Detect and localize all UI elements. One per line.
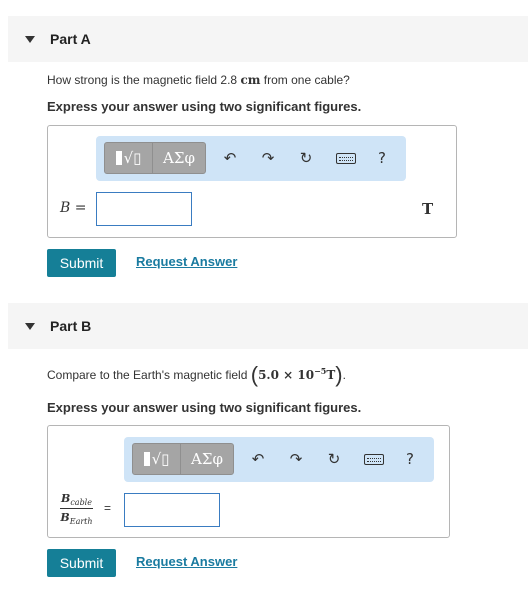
part-b-answer-box: √▯ ΑΣφ ↶ ↷ ↻ ? [47, 425, 450, 538]
collapse-triangle-icon [25, 322, 35, 330]
answer-input-b[interactable] [96, 192, 192, 226]
sqrt-icon: √▯ [151, 450, 170, 468]
redo-icon[interactable]: ↷ [258, 148, 278, 168]
undo-icon[interactable]: ↶ [220, 148, 240, 168]
templates-button[interactable]: √▯ [133, 444, 181, 474]
keyboard-shortcuts-button[interactable] [364, 449, 384, 469]
part-a-header[interactable]: Part A [8, 16, 528, 62]
reset-icon[interactable]: ↻ [324, 449, 344, 469]
part-a-instruction: Express your answer using two significan… [47, 99, 362, 114]
variable-label-b: B = [60, 200, 87, 216]
greek-symbols-button[interactable]: ΑΣφ [181, 444, 233, 474]
collapse-triangle-icon [25, 35, 35, 43]
close-paren: ) [335, 362, 343, 387]
sqrt-icon: √▯ [123, 149, 142, 167]
greek-symbols-button[interactable]: ΑΣφ [153, 143, 205, 173]
template-group: √▯ ΑΣφ [132, 443, 234, 475]
ratio-denominator: BEarth [60, 511, 93, 527]
keyboard-icon [336, 152, 356, 164]
unit-label-tesla: T [422, 200, 434, 218]
request-answer-link-part-b[interactable]: Request Answer [136, 554, 237, 569]
part-b-header[interactable]: Part B [8, 303, 528, 349]
templates-button[interactable]: √▯ [105, 143, 153, 173]
help-icon[interactable]: ? [372, 148, 392, 168]
submit-button-part-a[interactable]: Submit [47, 249, 116, 277]
redo-icon[interactable]: ↷ [286, 449, 306, 469]
reset-icon[interactable]: ↻ [296, 148, 316, 168]
submit-button-part-b[interactable]: Submit [47, 549, 116, 577]
part-a-question: How strong is the magnetic field 2.8 cm … [47, 73, 350, 87]
equals-sign: = [104, 501, 112, 515]
template-box-icon [115, 151, 122, 165]
keyboard-icon [364, 453, 384, 465]
part-b-title: Part B [50, 318, 92, 334]
part-b-math-toolbar: √▯ ΑΣφ ↶ ↷ ↻ ? [124, 437, 434, 482]
help-icon[interactable]: ? [400, 449, 420, 469]
part-a-math-toolbar: √▯ ΑΣφ ↶ ↷ ↻ ? [96, 136, 406, 181]
part-a-title: Part A [50, 31, 91, 47]
keyboard-shortcuts-button[interactable] [336, 148, 356, 168]
ratio-numerator: Bcable [60, 492, 93, 510]
part-b-question: Compare to the Earth's magnetic field (5… [47, 362, 346, 387]
open-paren: ( [250, 362, 259, 387]
part-a-answer-box: √▯ ΑΣφ ↶ ↷ ↻ ? B = T [47, 125, 457, 238]
request-answer-link-part-a[interactable]: Request Answer [136, 254, 237, 269]
part-b-instruction: Express your answer using two significan… [47, 400, 362, 415]
undo-icon[interactable]: ↶ [248, 449, 268, 469]
template-box-icon [143, 452, 150, 466]
answer-input-ratio[interactable] [124, 493, 220, 527]
ratio-label: Bcable BEarth [60, 492, 93, 526]
template-group: √▯ ΑΣφ [104, 142, 206, 174]
